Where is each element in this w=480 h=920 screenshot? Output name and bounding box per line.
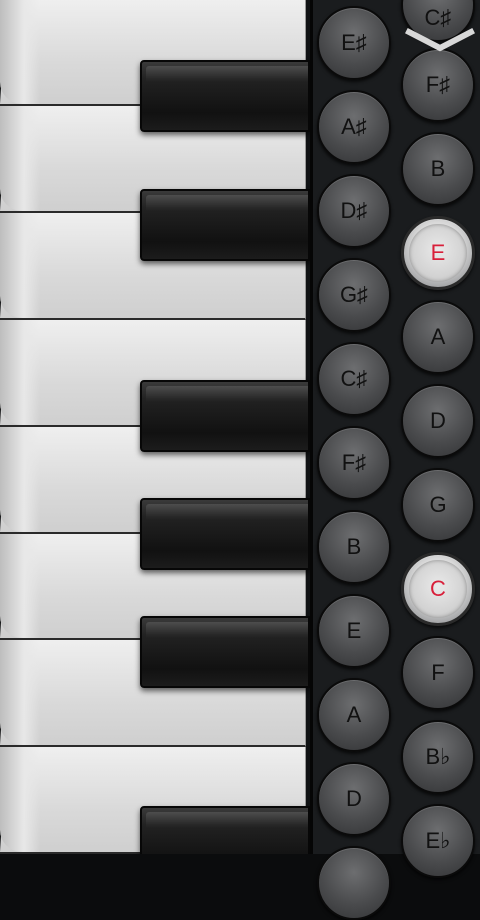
bass-button[interactable]: G♯ — [317, 258, 391, 332]
chevron-down-icon[interactable] — [405, 26, 475, 56]
bass-button-label: G♯ — [339, 282, 369, 307]
bass-button-label: D♯ — [340, 198, 368, 223]
bass-button-label: F♯ — [425, 72, 451, 97]
bass-button-label: B — [430, 156, 446, 181]
bass-button-label: E — [346, 618, 362, 643]
bass-button[interactable]: D♯ — [317, 174, 391, 248]
bass-button-label: D — [346, 786, 362, 811]
black-key[interactable] — [140, 616, 310, 688]
bass-button-label: E♭ — [425, 828, 451, 853]
black-key[interactable] — [140, 189, 310, 261]
bass-button[interactable]: F♯ — [317, 426, 391, 500]
bass-button-label: G — [429, 492, 447, 517]
bass-button-label: C♯ — [340, 366, 368, 391]
bass-button[interactable]: B♭ — [401, 720, 475, 794]
bass-button[interactable]: E♯ — [317, 6, 391, 80]
bass-button-label: B — [346, 534, 362, 559]
bass-button-label: A — [346, 702, 362, 727]
bass-button-label: C — [409, 560, 467, 618]
black-key[interactable] — [140, 806, 310, 854]
bass-button-label: F — [431, 660, 445, 685]
bass-button[interactable]: D — [317, 762, 391, 836]
piano-keyboard — [0, 0, 310, 854]
bass-button[interactable]: B — [317, 510, 391, 584]
bass-button[interactable]: A♯ — [317, 90, 391, 164]
bass-button-partial[interactable] — [317, 846, 391, 920]
black-key[interactable] — [140, 498, 310, 570]
bass-button[interactable]: A — [317, 678, 391, 752]
bass-button[interactable]: B — [401, 132, 475, 206]
bass-button[interactable]: A — [401, 300, 475, 374]
bass-button[interactable]: F — [401, 636, 475, 710]
bass-button-label: A — [430, 324, 446, 349]
bass-button[interactable]: C♯ — [317, 342, 391, 416]
bass-button[interactable]: F♯ — [401, 48, 475, 122]
bass-button[interactable]: G — [401, 468, 475, 542]
bass-button[interactable]: E♭ — [401, 804, 475, 878]
bass-button-active[interactable]: C — [401, 552, 475, 626]
bass-button-label: F♯ — [341, 450, 367, 475]
bass-button[interactable]: D — [401, 384, 475, 458]
black-key[interactable] — [140, 380, 310, 452]
black-key[interactable] — [140, 60, 310, 132]
bass-button-label: D — [430, 408, 446, 433]
bass-button-label: A♯ — [341, 114, 367, 139]
bass-button-label: B♭ — [425, 744, 451, 769]
bass-button-active[interactable]: E — [401, 216, 475, 290]
bass-button-label: E — [409, 224, 467, 282]
bass-button[interactable]: E — [317, 594, 391, 668]
bass-button-label: E♯ — [341, 30, 367, 55]
